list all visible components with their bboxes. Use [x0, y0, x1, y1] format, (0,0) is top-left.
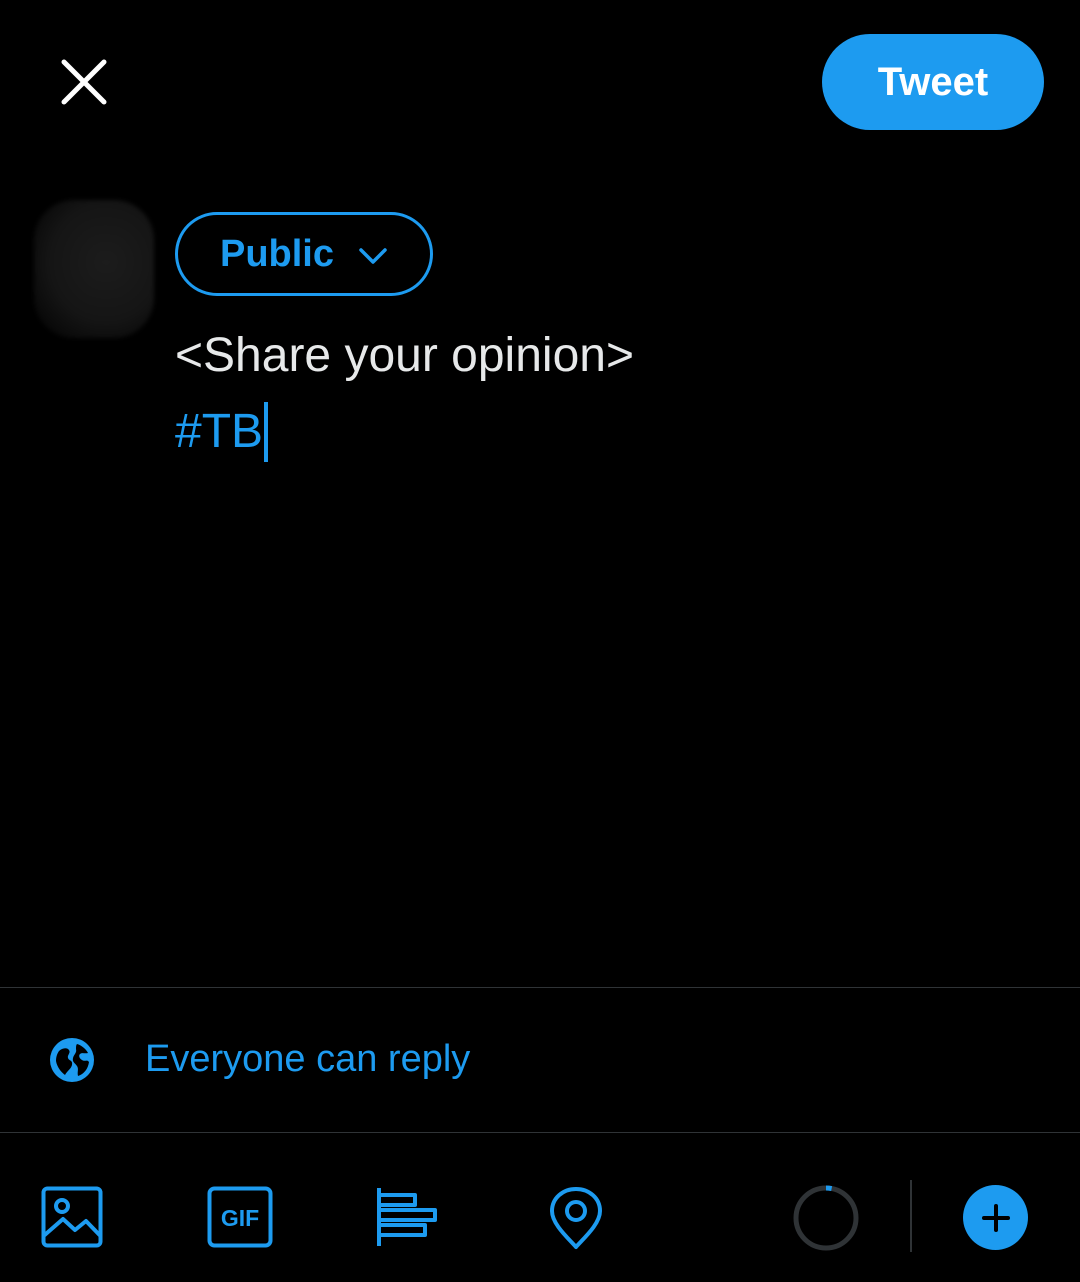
add-poll-button[interactable]	[375, 1186, 439, 1248]
compose-placeholder-line: <Share your opinion>	[175, 329, 634, 382]
avatar[interactable]	[34, 200, 154, 338]
gif-icon: GIF	[207, 1186, 273, 1248]
hashtag-text: #TB	[175, 405, 264, 458]
character-counter-ring	[793, 1185, 859, 1251]
globe-icon	[50, 1038, 94, 1087]
divider	[0, 1132, 1080, 1133]
add-gif-button[interactable]: GIF	[206, 1185, 274, 1249]
compose-hashtag-line: #TB	[175, 394, 634, 470]
chevron-down-icon	[358, 247, 388, 265]
plus-icon	[981, 1203, 1010, 1232]
location-icon	[550, 1187, 602, 1249]
image-icon	[41, 1186, 103, 1248]
reply-settings-button[interactable]: Everyone can reply	[0, 988, 1080, 1132]
poll-icon	[377, 1188, 437, 1246]
svg-text:GIF: GIF	[221, 1205, 259, 1231]
add-photo-button[interactable]	[40, 1185, 104, 1249]
tweet-compose-input[interactable]: <Share your opinion> #TB	[175, 318, 634, 470]
close-button[interactable]	[44, 42, 124, 122]
toolbar-separator	[910, 1180, 912, 1252]
audience-selector[interactable]: Public	[175, 212, 433, 296]
tweet-button[interactable]: Tweet	[822, 34, 1044, 130]
text-cursor	[264, 402, 269, 462]
close-icon	[61, 59, 107, 105]
audience-label: Public	[219, 232, 335, 275]
add-location-button[interactable]	[548, 1186, 604, 1250]
reply-settings-label: Everyone can reply	[145, 1038, 471, 1080]
character-counter	[792, 1184, 860, 1252]
add-thread-button[interactable]	[963, 1185, 1028, 1250]
